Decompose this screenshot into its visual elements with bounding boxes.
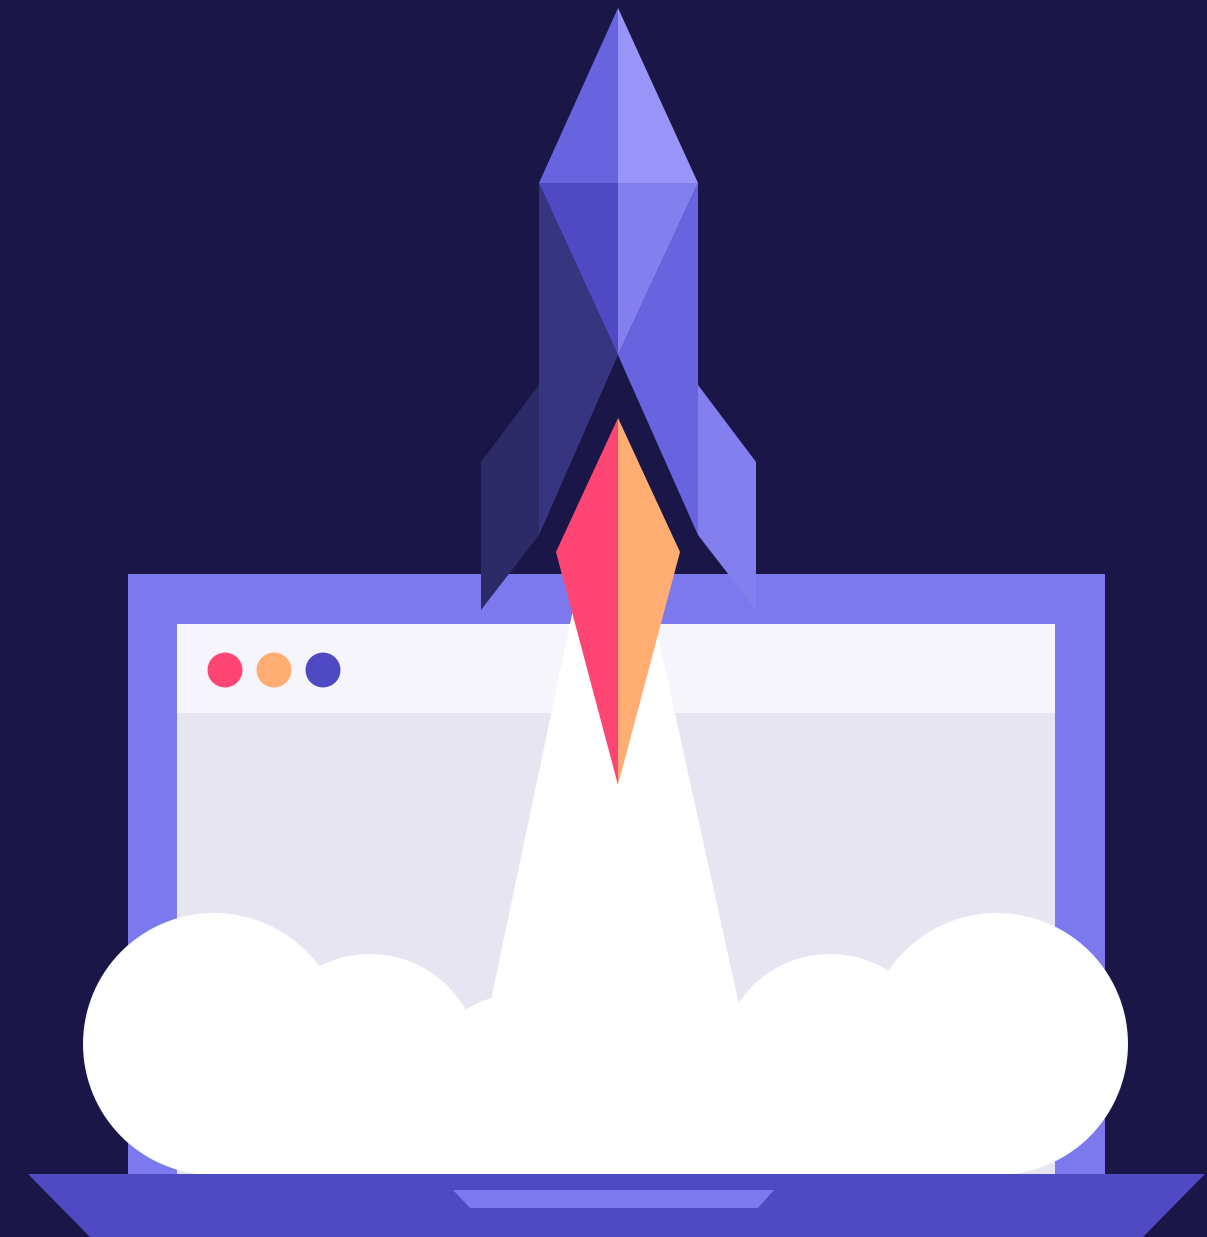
window-controls bbox=[207, 652, 341, 688]
illustration-canvas bbox=[28, 8, 1205, 1237]
rocket-launch-illustration bbox=[0, 0, 1207, 1237]
orange-dot-icon bbox=[256, 652, 292, 688]
laptop-trackpad bbox=[453, 1190, 774, 1208]
rocket-nose-left bbox=[539, 8, 618, 183]
red-dot-icon bbox=[207, 652, 243, 688]
smoke-base bbox=[214, 1040, 997, 1175]
blue-dot-icon bbox=[305, 652, 341, 688]
rocket-nose-right bbox=[618, 8, 698, 183]
